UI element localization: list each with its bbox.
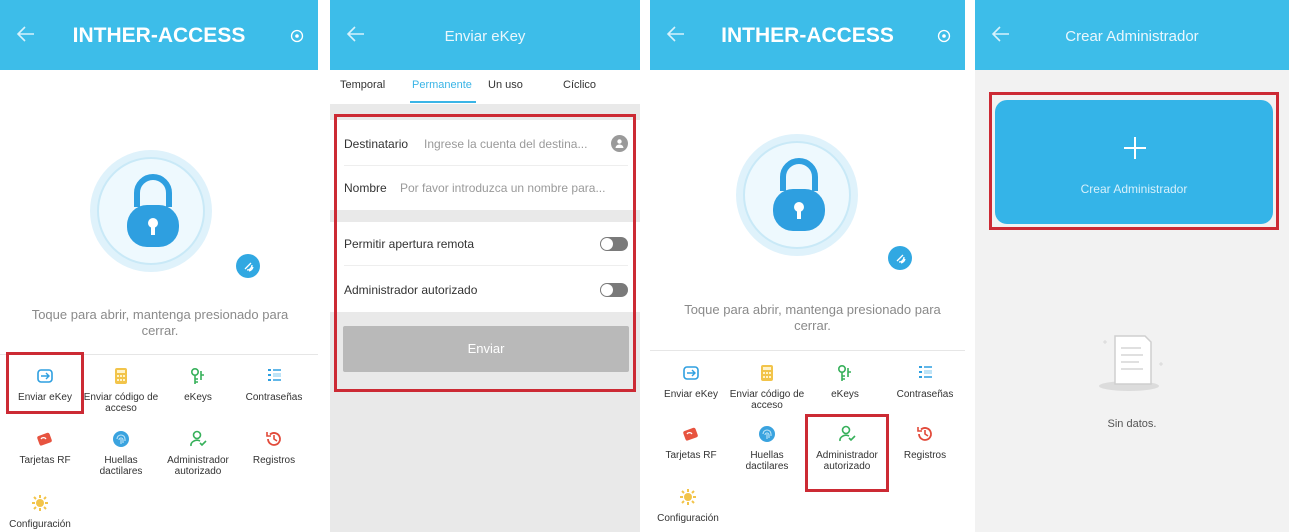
menu-send-passcode[interactable]: Enviar código de acceso [728, 364, 806, 411]
tab-permanente[interactable]: Permanente [412, 79, 472, 91]
highlight-box [989, 92, 1279, 230]
menu-label: Registros [903, 450, 947, 461]
menu-settings[interactable]: Configuración [652, 488, 724, 524]
menu-passwords[interactable]: Contraseñas [886, 364, 964, 400]
menu-label: Enviar eKey [664, 389, 718, 400]
app-screen-send-ekey: Enviar eKey Temporal Permanente Un uso C… [330, 0, 640, 532]
highlight-box [805, 414, 889, 492]
menu-settings[interactable]: Configuración [4, 494, 76, 530]
menu-fingerprints[interactable]: Huellas dactilares [82, 430, 160, 477]
fingerprint-icon [759, 426, 775, 442]
menu-fingerprints[interactable]: Huellas dactilares [728, 425, 806, 472]
remote-unlock-icon[interactable] [236, 254, 260, 278]
menu-ekeys[interactable]: eKeys [159, 367, 237, 403]
tab-ciclico[interactable]: Cíclico [563, 79, 596, 91]
menu-label: Enviar código de acceso [729, 389, 805, 411]
settings-dot-icon[interactable] [290, 29, 304, 43]
menu-label: Contraseñas [245, 392, 303, 403]
lock-hint-text: Toque para abrir, mantenga presionado pa… [31, 307, 289, 338]
menu-label: Contraseñas [896, 389, 954, 400]
remote-unlock-icon[interactable] [888, 246, 912, 270]
menu-label: Huellas dactilares [99, 455, 143, 477]
ekeys-icon [190, 367, 204, 384]
padlock-icon [773, 158, 825, 231]
menu-passwords[interactable]: Contraseñas [235, 367, 313, 403]
highlight-box [334, 114, 636, 392]
passcode-icon [115, 368, 127, 384]
menu-send-passcode[interactable]: Enviar código de acceso [82, 367, 160, 414]
empty-state-text: Sin datos. [1107, 418, 1157, 430]
menu-label: Configuración [657, 513, 719, 524]
authorized-admin-icon [190, 430, 207, 447]
tab-temporal[interactable]: Temporal [340, 79, 385, 91]
menu-records[interactable]: Registros [235, 430, 313, 466]
menu-label: Administrador autorizado [167, 455, 229, 477]
app-screen-create-admin: Crear Administrador Crear Administrador … [975, 0, 1289, 532]
menu-rf-cards[interactable]: Tarjetas RF [6, 430, 84, 466]
menu-label: Tarjetas RF [665, 450, 717, 461]
menu-records[interactable]: Registros [886, 425, 964, 461]
header-bar: INTHER-ACCESS [650, 0, 965, 70]
page-title: Enviar eKey [444, 28, 526, 45]
menu-label: eKeys [184, 392, 212, 403]
menu-label: Configuración [9, 519, 71, 530]
active-tab-indicator [410, 101, 476, 103]
rf-card-icon [683, 427, 698, 441]
menu-label: eKeys [831, 389, 859, 400]
header-bar: Crear Administrador [975, 0, 1289, 70]
padlock-icon [127, 174, 179, 247]
header-bar: INTHER-ACCESS [0, 0, 318, 70]
settings-dot-icon[interactable] [937, 29, 951, 43]
header-bar: Enviar eKey [330, 0, 640, 70]
ekeys-icon [837, 364, 851, 381]
empty-document-icon [1099, 335, 1163, 391]
send-ekey-icon [683, 366, 699, 380]
lock-button[interactable] [90, 150, 212, 272]
menu-rf-cards[interactable]: Tarjetas RF [652, 425, 730, 461]
passcode-icon [761, 365, 773, 381]
lock-hint-text: Toque para abrir, mantenga presionado pa… [684, 302, 941, 333]
passwords-icon [268, 369, 281, 381]
passwords-icon [919, 366, 932, 378]
menu-ekeys[interactable]: eKeys [806, 364, 884, 400]
divider [650, 350, 965, 351]
page-title: INTHER-ACCESS [72, 24, 246, 47]
rf-card-icon [37, 432, 52, 446]
settings-icon [680, 489, 696, 505]
tab-bar: Temporal Permanente Un uso Cíclico [330, 70, 640, 104]
page-title: Crear Administrador [1065, 28, 1199, 45]
tab-un-uso[interactable]: Un uso [488, 79, 523, 91]
records-icon [917, 427, 932, 441]
menu-label: Tarjetas RF [19, 455, 71, 466]
records-icon [266, 432, 281, 446]
page-title: INTHER-ACCESS [721, 24, 894, 47]
menu-authorized-admin[interactable]: Administrador autorizado [159, 430, 237, 477]
lock-button[interactable] [736, 134, 858, 256]
menu-send-ekey[interactable]: Enviar eKey [652, 364, 730, 400]
app-screen-lock-home: INTHER-ACCESS Toque para abrir, mantenga… [0, 0, 318, 532]
app-screen-lock-home-admin: INTHER-ACCESS Toque para abrir, mantenga… [650, 0, 965, 532]
menu-label: Registros [252, 455, 296, 466]
fingerprint-icon [113, 431, 129, 447]
menu-label: Enviar código de acceso [83, 392, 159, 414]
menu-label: Huellas dactilares [745, 450, 789, 472]
highlight-box [6, 352, 84, 414]
settings-icon [32, 495, 48, 511]
